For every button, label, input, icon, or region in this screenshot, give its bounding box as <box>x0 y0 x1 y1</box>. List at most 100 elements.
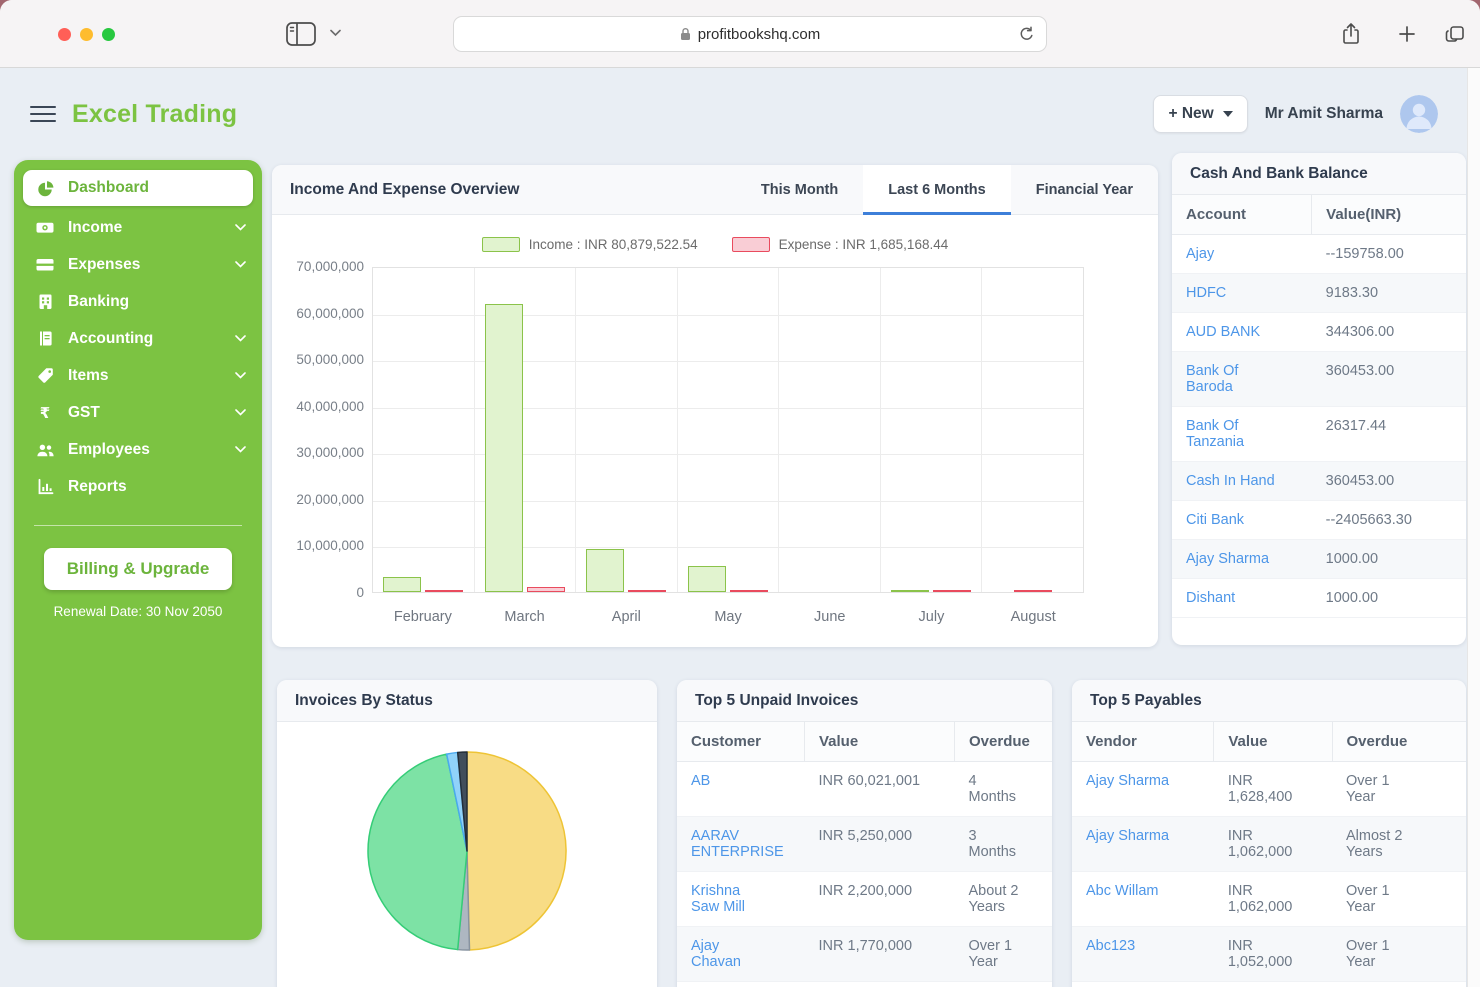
customer-link[interactable]: AARAV ENTERPRISE <box>677 817 805 872</box>
chart-column-june <box>779 268 881 592</box>
card-title: Cash And Bank Balance <box>1172 153 1466 195</box>
cell-value: 1000.00 <box>1312 540 1466 579</box>
column-header-value: Value <box>805 722 955 762</box>
cell-value: About 2 Years <box>955 872 1053 927</box>
column-header-account: Account <box>1172 195 1312 235</box>
y-axis-labels: 70,000,00060,000,00050,000,00040,000,000… <box>272 267 364 593</box>
plot-area <box>372 267 1084 593</box>
table-row: AARAV ENTERPRISEINR 5,250,0003 Months <box>677 817 1052 872</box>
y-tick-label: 20,000,000 <box>272 492 364 507</box>
table-row: Ajay--159758.00 <box>1172 235 1466 274</box>
tab-last-6-months[interactable]: Last 6 Months <box>863 165 1010 215</box>
new-button[interactable]: + New <box>1153 95 1247 133</box>
address-bar[interactable]: profitbookshq.com <box>453 16 1047 52</box>
cell-value: 360453.00 <box>1312 462 1466 501</box>
sidebar-divider <box>34 525 242 526</box>
sidebar-item-banking[interactable]: Banking <box>14 283 262 320</box>
sidebar-item-reports[interactable]: Reports <box>14 468 262 505</box>
scrollbar-track[interactable] <box>1467 68 1480 987</box>
book-icon <box>34 329 56 348</box>
sidebar-item-accounting[interactable]: Accounting <box>14 320 262 357</box>
y-tick-label: 50,000,000 <box>272 352 364 367</box>
vendor-link[interactable]: Abc123 <box>1072 927 1214 982</box>
cell-value: Over 1 Year <box>1332 927 1466 982</box>
unpaid-invoices-card: Top 5 Unpaid Invoices CustomerValueOverd… <box>677 680 1052 987</box>
sidebar-item-employees[interactable]: Employees <box>14 431 262 468</box>
tab-overview-icon[interactable] <box>1443 24 1466 45</box>
account-link[interactable]: Dishant <box>1172 579 1312 618</box>
window-minimize-button[interactable] <box>80 28 93 41</box>
account-link[interactable]: Cash In Hand <box>1172 462 1312 501</box>
x-tick-label: March <box>474 609 576 625</box>
window-zoom-button[interactable] <box>102 28 115 41</box>
traffic-lights <box>58 28 115 41</box>
hamburger-menu-icon[interactable] <box>30 106 56 123</box>
avatar[interactable] <box>1400 95 1438 133</box>
account-link[interactable]: HDFC <box>1172 274 1312 313</box>
sidebar-nav: Dashboard IncomeExpensesBanking Accounting… <box>14 170 262 505</box>
new-button-label: + New <box>1168 105 1213 123</box>
tab-this-month[interactable]: This Month <box>736 165 863 215</box>
sidebar-item-expenses[interactable]: Expenses <box>14 246 262 283</box>
pie-chart-icon <box>34 179 56 198</box>
vendor-link[interactable]: Ajay Sharma <box>1072 817 1214 872</box>
y-tick-label: 30,000,000 <box>272 445 364 460</box>
cell-value: 4 Months <box>955 762 1053 817</box>
account-link[interactable]: Bank Of Tanzania <box>1172 407 1312 462</box>
account-link[interactable]: Bank Of Baroda <box>1172 352 1312 407</box>
sidebar-item-dashboard[interactable]: Dashboard <box>23 170 253 206</box>
url-text: profitbookshq.com <box>698 26 821 43</box>
new-tab-icon[interactable] <box>1397 24 1417 44</box>
vendor-link[interactable]: Abc Willam <box>1072 872 1214 927</box>
pie-chart <box>277 746 657 956</box>
customer-link[interactable]: Ajay Chavan <box>677 927 805 982</box>
card-title: Income And Expense Overview <box>290 181 736 199</box>
sidebar-item-label: Accounting <box>68 330 153 348</box>
account-link[interactable]: Ajay Sharma <box>1172 540 1312 579</box>
cash-bank-balance-card: Cash And Bank Balance AccountValue(INR)A… <box>1172 153 1466 645</box>
cell-value: 9183.30 <box>1312 274 1466 313</box>
account-link[interactable]: AUD BANK <box>1172 313 1312 352</box>
chart-legend: Income : INR 80,879,522.54Expense : INR … <box>272 237 1158 252</box>
cell-value: INR 1,062,000 <box>1214 817 1332 872</box>
billing-upgrade-button[interactable]: Billing & Upgrade <box>44 548 232 590</box>
x-tick-label: July <box>881 609 983 625</box>
column-header-customer: Customer <box>677 722 805 762</box>
chevron-down-icon <box>235 335 246 342</box>
sidebar-toggle-icon[interactable] <box>286 22 316 46</box>
reload-icon[interactable] <box>1018 26 1035 48</box>
sidebar-item-label: GST <box>68 404 100 422</box>
sidebar-item-label: Dashboard <box>68 179 149 197</box>
cell-value: 344306.00 <box>1312 313 1466 352</box>
expense-bar <box>933 590 971 592</box>
user-name[interactable]: Mr Amit Sharma <box>1265 105 1383 123</box>
income-bar <box>586 549 624 592</box>
account-link[interactable]: Citi Bank <box>1172 501 1312 540</box>
expense-bar <box>628 590 666 592</box>
tab-financial-year[interactable]: Financial Year <box>1011 165 1158 215</box>
payables-table: VendorValueOverdueAjay SharmaINR 1,628,4… <box>1072 722 1466 982</box>
cell-value: 360453.00 <box>1312 352 1466 407</box>
tag-icon <box>34 366 56 385</box>
chart-column-july <box>881 268 983 592</box>
cash-balance-table: AccountValue(INR)Ajay--159758.00HDFC9183… <box>1172 195 1466 618</box>
table-row: HDFC9183.30 <box>1172 274 1466 313</box>
chevron-down-icon[interactable] <box>330 29 341 37</box>
sidebar-item-items[interactable]: Items <box>14 357 262 394</box>
period-tabs: This MonthLast 6 MonthsFinancial Year <box>736 165 1158 215</box>
customer-link[interactable]: AB <box>677 762 805 817</box>
browser-window: profitbookshq.com Excel Trading + New <box>0 0 1480 987</box>
account-link[interactable]: Ajay <box>1172 235 1312 274</box>
card-title: Top 5 Unpaid Invoices <box>677 680 1052 722</box>
vendor-link[interactable]: Ajay Sharma <box>1072 762 1214 817</box>
income-bar <box>891 590 929 592</box>
sidebar-item-income[interactable]: Income <box>14 209 262 246</box>
window-close-button[interactable] <box>58 28 71 41</box>
chart-column-august <box>982 268 1083 592</box>
x-tick-label: February <box>372 609 474 625</box>
expense-bar <box>730 590 768 592</box>
sidebar-item-gst[interactable]: ₹GST <box>14 394 262 431</box>
share-icon[interactable] <box>1341 21 1361 46</box>
browser-toolbar: profitbookshq.com <box>0 0 1480 68</box>
customer-link[interactable]: Krishna Saw Mill <box>677 872 805 927</box>
